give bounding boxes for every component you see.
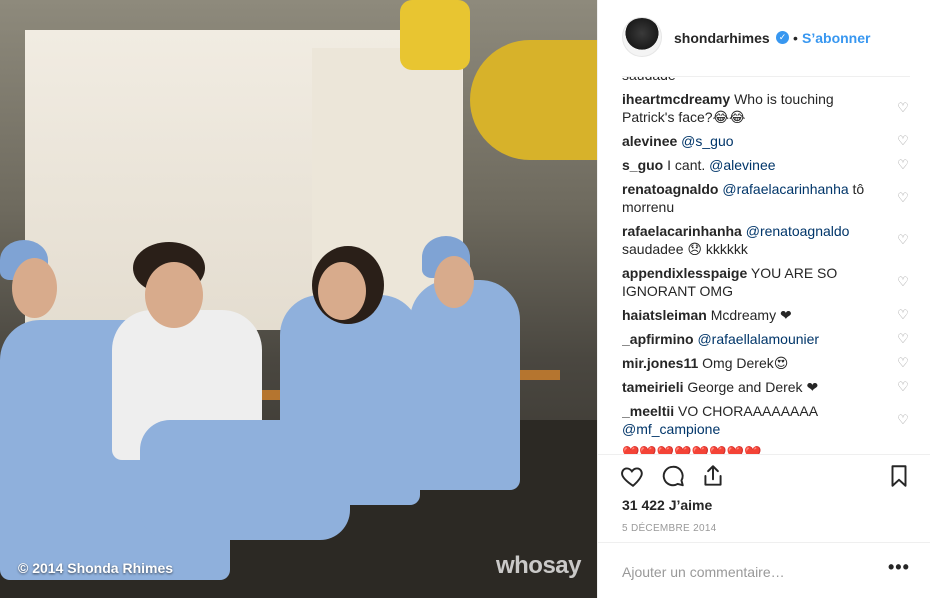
- comment-author[interactable]: renatoagnaldo: [622, 181, 718, 197]
- comment-like-heart-icon[interactable]: ♡: [896, 233, 910, 247]
- comments-list[interactable]: saudade iheartmcdreamy Who is touching Pa…: [622, 76, 910, 454]
- heart-outline-icon[interactable]: [620, 463, 646, 489]
- comment-like-heart-icon[interactable]: ♡: [896, 191, 910, 205]
- post-side-panel: shondarhimes ✓ • S’abonner saudade iheart…: [597, 0, 930, 598]
- post-header: shondarhimes ✓ • S’abonner: [598, 0, 930, 76]
- comment-author[interactable]: mir.jones11: [622, 355, 698, 371]
- comment-text: George and Derek ❤: [687, 379, 819, 395]
- photo-person-scrubs-center: [280, 295, 420, 505]
- comment-item: alevinee @s_guo ♡: [622, 129, 910, 153]
- comment-author[interactable]: _meeltii: [622, 403, 674, 419]
- comment-like-heart-icon[interactable]: ♡: [896, 158, 910, 172]
- comment-item: appendixlesspaige YOU ARE SO IGNORANT OM…: [622, 261, 910, 303]
- photo-face: [318, 262, 366, 320]
- comment-item: renatoagnaldo @rafaelacarinhanha tô morr…: [622, 177, 910, 219]
- comment-like-heart-icon[interactable]: ♡: [896, 380, 910, 394]
- post-date[interactable]: 5 décembre 2014: [622, 523, 717, 534]
- photo-yellow-duct: [400, 0, 470, 70]
- comment-bubble-icon[interactable]: [660, 463, 686, 489]
- comment-text: saudade: [622, 77, 676, 83]
- comment-item: _meeltii VO CHORAAAAAAAA @mf_campione ♡: [622, 399, 910, 441]
- comment-like-heart-icon[interactable]: ♡: [896, 275, 910, 289]
- comment-text: Omg Derek😍: [702, 355, 789, 371]
- comment-mention[interactable]: @rafaellalamounier: [697, 331, 819, 347]
- comment-input[interactable]: [622, 562, 872, 582]
- comment-item: tameirieli George and Derek ❤ ♡: [622, 375, 910, 399]
- comment-item: rafaelacarinhanha @renatoagnaldo saudade…: [622, 219, 910, 261]
- comment-mention[interactable]: @alevinee: [709, 157, 775, 173]
- comment-author[interactable]: s_guo: [622, 157, 663, 173]
- likes-count[interactable]: 31 422 J’aime: [622, 497, 712, 513]
- comment-like-heart-icon[interactable]: ♡: [896, 356, 910, 370]
- comment-composer: •••: [598, 542, 930, 598]
- share-icon[interactable]: [700, 463, 726, 489]
- comment-author[interactable]: appendixlesspaige: [622, 265, 747, 281]
- follow-button[interactable]: S’abonner: [802, 30, 870, 46]
- photo-person-scrubs-right: [410, 280, 520, 490]
- comment-like-heart-icon[interactable]: ♡: [896, 332, 910, 346]
- username-link[interactable]: shondarhimes: [674, 30, 770, 46]
- comment-like-heart-icon[interactable]: ♡: [896, 413, 910, 427]
- photo-face: [145, 262, 203, 328]
- comment-text: ❤️❤️❤️❤️❤️❤️❤️❤️: [622, 445, 762, 454]
- comment-text: saudadee 😞 kkkkkk: [622, 241, 748, 257]
- comment-mention[interactable]: @s_guo: [681, 133, 733, 149]
- comment-mention[interactable]: @renatoagnaldo: [746, 223, 850, 239]
- comment-author[interactable]: _apfirmino: [622, 331, 694, 347]
- photo-face: [12, 258, 57, 318]
- comment-author[interactable]: iheartmcdreamy: [622, 91, 730, 107]
- avatar[interactable]: [622, 17, 662, 57]
- comment-like-heart-icon[interactable]: ♡: [896, 308, 910, 322]
- comment-item: _apfirmino @rafaellalamounier ♡: [622, 327, 910, 351]
- comment-text: VO CHORAAAAAAAA: [678, 403, 818, 419]
- comment-item: saudade: [622, 77, 910, 87]
- post-photo[interactable]: © 2014 Shonda Rhimes whosay: [0, 0, 597, 598]
- photo-yellow-duct-curve: [470, 40, 597, 160]
- comment-like-heart-icon[interactable]: ♡: [896, 101, 910, 115]
- photo-watermark: whosay: [495, 552, 582, 579]
- comment-mention[interactable]: @mf_campione: [622, 421, 720, 437]
- verified-badge-icon: ✓: [776, 31, 789, 44]
- photo-copyright-caption: © 2014 Shonda Rhimes: [18, 560, 174, 576]
- comment-item: iheartmcdreamy Who is touching Patrick's…: [622, 87, 910, 129]
- comment-item: s_guo I cant. @alevinee ♡: [622, 153, 910, 177]
- comment-author[interactable]: tameirieli: [622, 379, 683, 395]
- comment-text: I cant.: [667, 157, 706, 173]
- comment-item: mir.jones11 Omg Derek😍 ♡: [622, 351, 910, 375]
- comment-item: haiatsleiman Mcdreamy ❤ ♡: [622, 303, 910, 327]
- comment-text: Mcdreamy ❤: [710, 307, 792, 323]
- more-options-icon[interactable]: •••: [888, 557, 910, 578]
- post-actions: 31 422 J’aime 5 décembre 2014: [598, 454, 930, 544]
- comment-item: ❤️❤️❤️❤️❤️❤️❤️❤️: [622, 441, 910, 454]
- comment-like-heart-icon[interactable]: ♡: [896, 134, 910, 148]
- bookmark-icon[interactable]: [886, 463, 912, 489]
- photo-face: [434, 256, 474, 308]
- comment-mention[interactable]: @rafaelacarinhanha: [722, 181, 848, 197]
- comment-author[interactable]: haiatsleiman: [622, 307, 707, 323]
- header-separator: •: [793, 30, 798, 46]
- comment-author[interactable]: rafaelacarinhanha: [622, 223, 742, 239]
- comment-author[interactable]: alevinee: [622, 133, 677, 149]
